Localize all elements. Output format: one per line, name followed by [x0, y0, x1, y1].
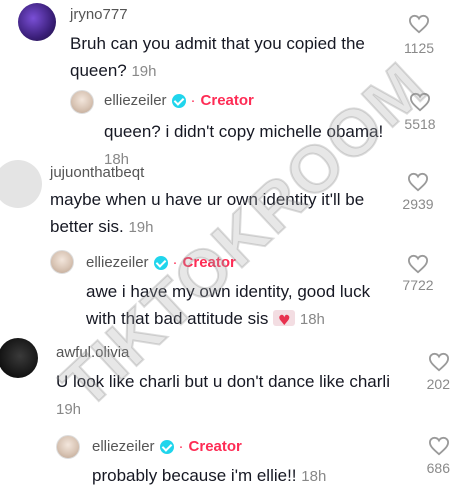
comment-body: maybe when u have ur own identity it'll …: [50, 190, 365, 236]
avatar[interactable]: [18, 3, 56, 41]
reply-text: probably because i'm ellie!! 18h: [92, 462, 392, 490]
reply-body: probably because i'm ellie!!: [92, 466, 297, 485]
like-count: 1125: [403, 40, 435, 56]
heart-icon[interactable]: [428, 352, 450, 372]
creator-badge: Creator: [200, 92, 254, 109]
heart-icon[interactable]: [409, 92, 431, 112]
comment-username[interactable]: jryno777: [70, 6, 128, 23]
like-count: 7722: [402, 277, 434, 293]
avatar[interactable]: [0, 338, 38, 378]
comment-body: U look like charli but u don't dance lik…: [56, 372, 390, 391]
separator-dot: ·: [172, 254, 178, 271]
avatar[interactable]: [70, 90, 94, 114]
heart-icon[interactable]: [407, 254, 429, 274]
comment-text: U look like charli but u don't dance lik…: [56, 368, 396, 423]
reply-timestamp: 18h: [301, 468, 327, 485]
heart-icon[interactable]: [408, 14, 430, 34]
like-count: 686: [426, 460, 450, 476]
reply-text: awe i have my own identity, good luck wi…: [86, 278, 386, 335]
reply-header: elliezeiler · Creator: [86, 254, 236, 271]
reply-username[interactable]: elliezeiler: [92, 438, 155, 455]
creator-badge: Creator: [182, 254, 236, 271]
reply-header: elliezeiler · Creator: [104, 92, 254, 109]
verified-badge-icon: [171, 93, 186, 108]
heart-emoji-icon: [273, 308, 296, 335]
avatar[interactable]: [0, 160, 42, 208]
avatar[interactable]: [56, 435, 80, 459]
heart-icon[interactable]: [407, 172, 429, 192]
reply-username[interactable]: elliezeiler: [104, 92, 167, 109]
comment-timestamp: 19h: [56, 401, 82, 418]
like-count: 2939: [402, 196, 434, 212]
comment-timestamp: 19h: [131, 63, 157, 80]
reply-header: elliezeiler · Creator: [92, 438, 242, 455]
like-count: 202: [426, 376, 450, 392]
separator-dot: ·: [190, 92, 196, 109]
reply-body: awe i have my own identity, good luck wi…: [86, 282, 371, 328]
comment-text: Bruh can you admit that you copied the q…: [70, 30, 390, 85]
reply-body: queen? i didn't copy michelle obama!: [104, 122, 384, 141]
heart-icon[interactable]: [428, 436, 450, 456]
like-count: 5518: [404, 116, 436, 132]
separator-dot: ·: [178, 438, 184, 455]
verified-badge-icon: [153, 255, 168, 270]
avatar[interactable]: [50, 250, 74, 274]
creator-badge: Creator: [188, 438, 242, 455]
comment-username[interactable]: awful.olivia: [56, 344, 129, 361]
comment-text: maybe when u have ur own identity it'll …: [50, 186, 390, 241]
verified-badge-icon: [159, 439, 174, 454]
reply-text: queen? i didn't copy michelle obama! 18h: [104, 118, 384, 173]
comment-username[interactable]: jujuonthatbeqt: [50, 164, 144, 181]
reply-timestamp: 18h: [299, 311, 325, 328]
comment-timestamp: 19h: [128, 219, 154, 236]
reply-username[interactable]: elliezeiler: [86, 254, 149, 271]
comment-body: Bruh can you admit that you copied the q…: [70, 34, 365, 80]
